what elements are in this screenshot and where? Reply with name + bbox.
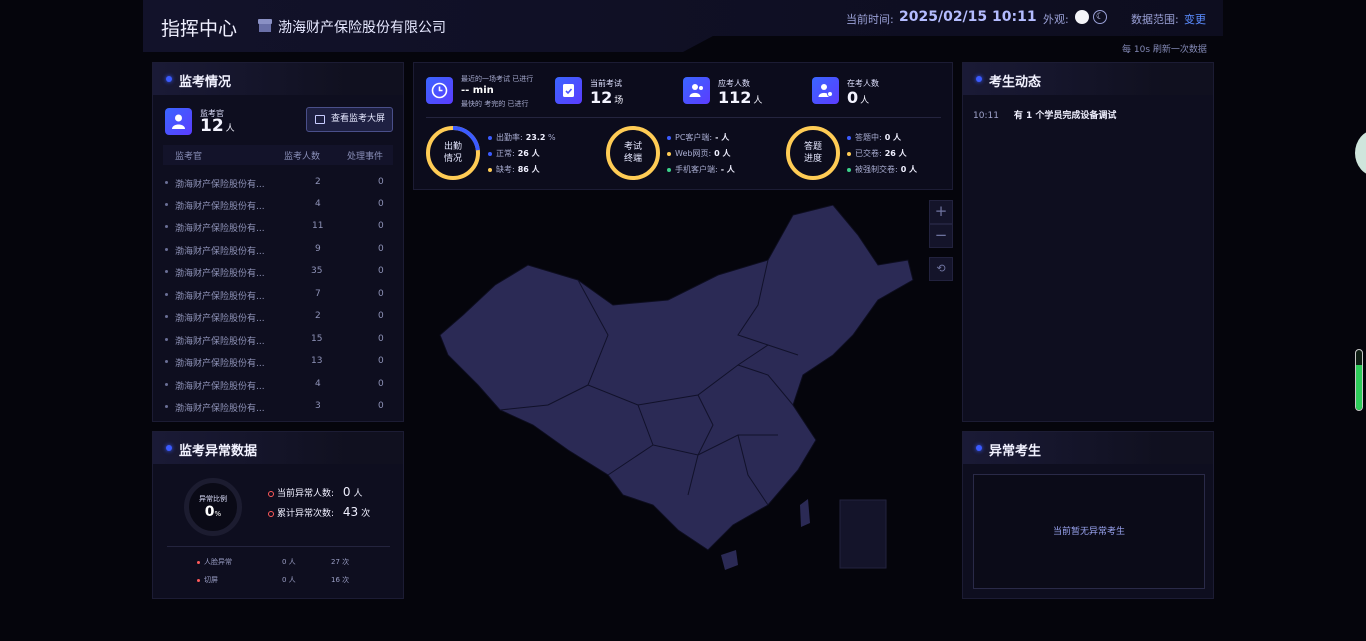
map-island [800, 499, 810, 527]
abnormal-type-row: 切屏 0 人 16 次 [167, 573, 397, 595]
light-mode-icon[interactable] [1075, 10, 1089, 24]
event-time: 10:11 [973, 111, 999, 121]
reset-view-button[interactable]: ⟲ [929, 257, 953, 281]
users-icon [683, 77, 710, 104]
map-island [721, 550, 738, 570]
panel-header: 监考异常数据 [153, 432, 403, 464]
attendance-arc-segment [452, 126, 480, 151]
table-row[interactable]: 渤海财产保险股份有... 4 0 [163, 374, 393, 396]
progress-gauge: 答题 进度 [786, 126, 840, 180]
empty-state: 当前暂无异常考生 [973, 474, 1205, 589]
total-abnormal: 累计异常次数: 43 次 [268, 505, 370, 519]
appearance-label: 外观: [1043, 13, 1069, 26]
column-header: 监考人数 [284, 152, 321, 162]
terminal-pc: PC客户端: - 人 [667, 132, 735, 148]
terminal-gauge-label: 考试 终端 [623, 142, 642, 164]
attendance-rate-arc [452, 126, 480, 151]
company-name: 渤海财产保险股份有限公司 [278, 20, 446, 36]
table-row[interactable]: 渤海财产保险股份有... 7 0 [163, 284, 393, 306]
attendance-normal: 正常: 26 人 [488, 148, 556, 164]
panel-title: 考生动态 [989, 75, 1042, 90]
panel-header: 异常考生 [963, 432, 1213, 464]
bullet-icon [166, 445, 172, 451]
attendance-rate: 出勤率: 23.2 % [488, 132, 556, 148]
abnormal-students-panel: 异常考生 当前暂无异常考生 [962, 431, 1214, 599]
ratio-value: 0% [204, 504, 222, 520]
progress-list: 答题中: 0 人 已交卷: 26 人 被强制交卷: 0 人 [847, 132, 917, 180]
terminal-mobile: 手机客户端: - 人 [667, 164, 735, 180]
bullet-icon [976, 445, 982, 451]
zoom-out-button[interactable]: − [929, 224, 953, 248]
chart-screen-icon [315, 115, 325, 124]
table-row[interactable]: 渤海财产保险股份有... 11 0 [163, 216, 393, 238]
dark-mode-icon[interactable]: ☾ [1093, 10, 1107, 24]
clock-icon [426, 77, 453, 104]
panel-title: 监考异常数据 [179, 444, 258, 459]
current-abnormal: 当前异常人数: 0 人 [268, 485, 362, 499]
recent-exam-value: -- min [461, 85, 494, 96]
exam-paper-icon [555, 77, 582, 104]
panel-title: 监考情况 [179, 75, 232, 90]
data-range-label: 数据范围: [1131, 13, 1179, 26]
data-range-change-link[interactable]: 变更 [1184, 11, 1206, 27]
floating-assistant-button[interactable] [1355, 130, 1366, 176]
table-row[interactable]: 渤海财产保险股份有... 3 0 [163, 396, 393, 418]
china-map[interactable] [438, 205, 918, 575]
current-exam-value: 12 场 [590, 88, 624, 107]
panel-header: 监考情况 [153, 63, 403, 95]
page-title: 指挥中心 [161, 18, 238, 40]
dashboard-frame: 指挥中心 渤海财产保险股份有限公司 当前时间: 2025/02/15 10:11… [143, 0, 1223, 641]
panel-title: 异常考生 [989, 444, 1042, 459]
panel-header: 考生动态 [963, 63, 1213, 95]
exam-stats-panel: 最近的一场考试 已进行 -- min 最快的 考完的 已进行 当前考试 12 场 … [413, 62, 953, 190]
invigilator-icon [165, 108, 192, 135]
map-region [439, 205, 914, 551]
progress-answering: 答题中: 0 人 [847, 132, 917, 148]
terminal-web: Web网页: 0 人 [667, 148, 735, 164]
attendance-absent: 缺考: 86 人 [488, 164, 556, 180]
side-level-indicator [1355, 349, 1363, 411]
table-row[interactable]: 渤海财产保险股份有... 13 0 [163, 351, 393, 373]
time-value: 2025/02/15 10:11 [899, 9, 1037, 25]
table-row[interactable]: 渤海财产保险股份有... 2 0 [163, 172, 393, 194]
south-sea-inset [839, 499, 887, 569]
time-label: 当前时间: [846, 13, 894, 26]
online-value: 0人 [847, 88, 870, 107]
event-message: 有 1 个学员完成设备调试 [1013, 111, 1117, 121]
invigilator-count: 12 人 [200, 116, 235, 136]
table-row[interactable]: 渤海财产保险股份有... 4 0 [163, 194, 393, 216]
user-online-icon [812, 77, 839, 104]
table-row[interactable]: 渤海财产保险股份有... 15 0 [163, 329, 393, 351]
monitor-panel: 监考情况 监考官 12 人 查看监考大屏 监考官 监考人数 处理事件 渤海财产保险… [152, 62, 404, 422]
recent-exam-label: 最近的一场考试 已进行 [461, 75, 534, 83]
event-item: 10:11 有 1 个学员完成设备调试 [973, 108, 1116, 121]
store-icon [258, 19, 272, 32]
examinee-events-panel: 考生动态 10:11 有 1 个学员完成设备调试 [962, 62, 1214, 422]
view-monitor-screen-button[interactable]: 查看监考大屏 [306, 107, 393, 132]
ratio-label: 异常比例 [199, 495, 227, 503]
abnormal-data-panel: 监考异常数据 异常比例 0% 当前异常人数: 0 人 累计异常次数: 43 次 … [152, 431, 404, 599]
abnormal-ratio-ring: 异常比例 0% [184, 478, 242, 536]
table-header: 监考官 监考人数 处理事件 [163, 145, 393, 165]
terminal-list: PC客户端: - 人 Web网页: 0 人 手机客户端: - 人 [667, 132, 735, 180]
divider [426, 117, 941, 118]
column-header: 处理事件 [347, 152, 384, 162]
recent-exam-sub: 最快的 考完的 已进行 [461, 100, 529, 108]
bullet-icon [976, 76, 982, 82]
table-row[interactable]: 渤海财产保险股份有... 35 0 [163, 261, 393, 283]
terminal-gauge: 考试 终端 [606, 126, 660, 180]
bullet-icon [166, 76, 172, 82]
table-row[interactable]: 渤海财产保险股份有... 2 0 [163, 306, 393, 328]
progress-submitted: 已交卷: 26 人 [847, 148, 917, 164]
refresh-note: 每 10s 刷新一次数据 [1122, 45, 1207, 55]
divider [167, 546, 390, 547]
table-row[interactable]: 渤海财产保险股份有... 9 0 [163, 239, 393, 261]
progress-forced: 被强制交卷: 0 人 [847, 164, 917, 180]
expected-value: 112 人 [718, 88, 763, 107]
attendance-list: 出勤率: 23.2 % 正常: 26 人 缺考: 86 人 [488, 132, 556, 180]
column-header: 监考官 [175, 152, 203, 162]
progress-gauge-label: 答题 进度 [803, 142, 822, 164]
zoom-in-button[interactable]: + [929, 200, 953, 224]
